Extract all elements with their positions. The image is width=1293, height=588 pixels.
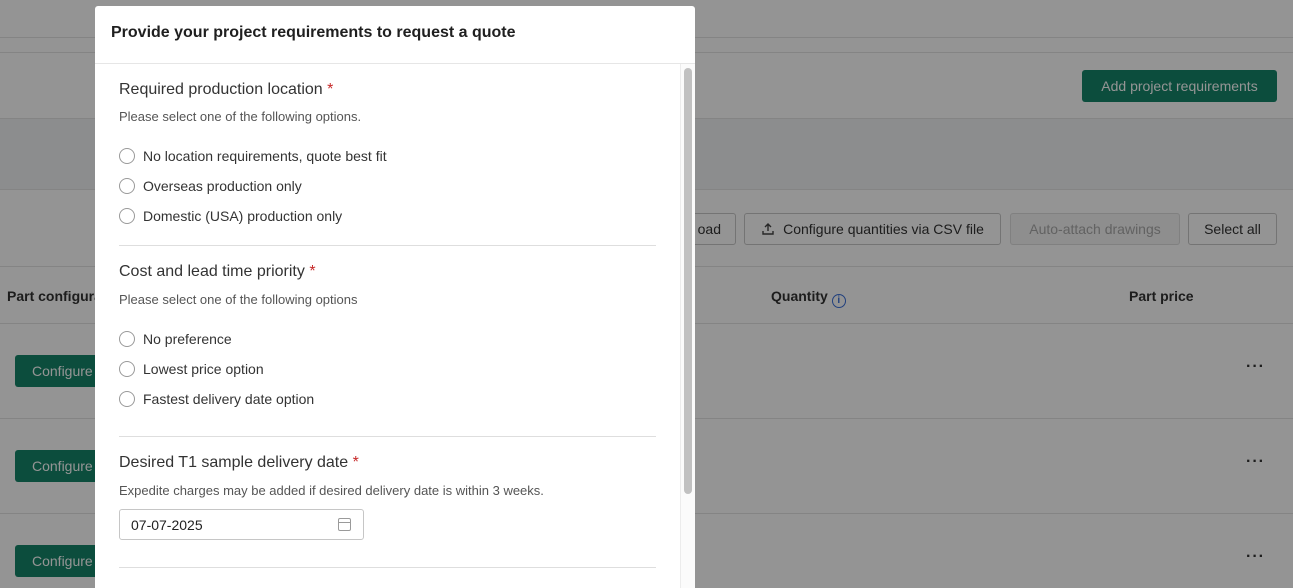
priority-option-fastest-delivery[interactable]: Fastest delivery date option <box>119 391 314 407</box>
production-location-title: Required production location <box>119 81 323 98</box>
location-option-best-fit[interactable]: No location requirements, quote best fit <box>119 148 387 164</box>
option-label: Lowest price option <box>143 361 264 377</box>
section-divider <box>119 436 656 437</box>
radio-button[interactable] <box>119 208 135 224</box>
radio-button[interactable] <box>119 178 135 194</box>
scrollbar-thumb[interactable] <box>684 68 692 494</box>
section-title: Cost and lead time priority * <box>119 263 656 281</box>
delivery-date-input[interactable] <box>120 510 320 539</box>
modal-body: Required production location * Please se… <box>95 64 695 588</box>
priority-option-lowest-price[interactable]: Lowest price option <box>119 361 264 377</box>
required-marker: * <box>309 263 316 280</box>
option-label: Overseas production only <box>143 178 302 194</box>
section-title: Required production location * <box>119 81 656 99</box>
cost-priority-section: Cost and lead time priority * Please sel… <box>119 263 656 307</box>
calendar-icon[interactable] <box>338 518 351 531</box>
production-location-help: Please select one of the following optio… <box>119 109 362 124</box>
radio-button[interactable] <box>119 148 135 164</box>
production-location-section: Required production location * Please se… <box>119 81 656 124</box>
option-label: Domestic (USA) production only <box>143 208 343 224</box>
option-label: Fastest delivery date option <box>143 391 315 407</box>
radio-button[interactable] <box>119 331 135 347</box>
location-option-overseas[interactable]: Overseas production only <box>119 178 302 194</box>
modal-header: Provide your project requirements to req… <box>95 6 695 64</box>
option-label: No preference <box>143 331 232 347</box>
radio-button[interactable] <box>119 361 135 377</box>
delivery-date-field[interactable] <box>119 509 364 540</box>
radio-button[interactable] <box>119 391 135 407</box>
modal-title: Provide your project requirements to req… <box>111 24 516 41</box>
location-option-domestic[interactable]: Domestic (USA) production only <box>119 208 342 224</box>
section-divider <box>119 245 656 246</box>
modal-scrollbar[interactable] <box>680 64 695 588</box>
section-title: Desired T1 sample delivery date * <box>119 454 656 472</box>
cost-priority-help: Please select one of the following optio… <box>119 292 358 307</box>
option-label: No location requirements, quote best fit <box>143 148 387 164</box>
required-marker: * <box>327 81 334 98</box>
delivery-date-help: Expedite charges may be added if desired… <box>119 483 544 498</box>
priority-option-no-preference[interactable]: No preference <box>119 331 232 347</box>
cost-priority-title: Cost and lead time priority <box>119 263 305 280</box>
section-divider <box>119 567 656 568</box>
delivery-date-section: Desired T1 sample delivery date * Expedi… <box>119 454 656 498</box>
delivery-date-title: Desired T1 sample delivery date <box>119 454 349 471</box>
required-marker: * <box>352 454 359 471</box>
request-quote-modal: Provide your project requirements to req… <box>95 6 695 588</box>
